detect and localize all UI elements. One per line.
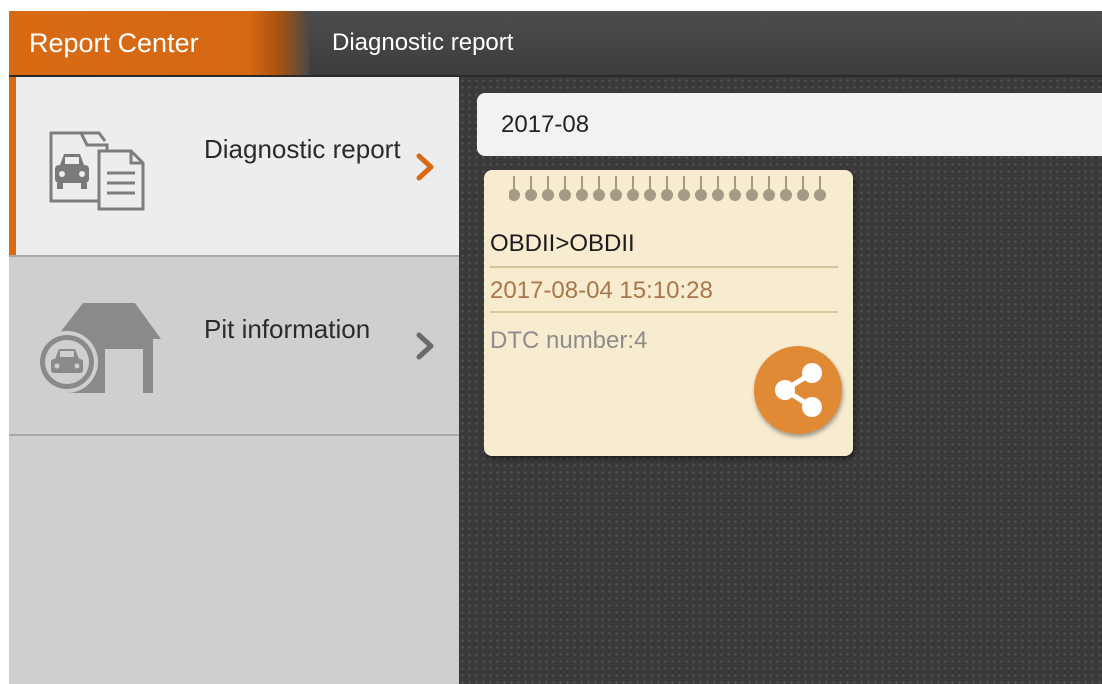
car-report-folder-icon	[49, 131, 145, 211]
share-button[interactable]	[754, 346, 842, 434]
divider	[490, 266, 838, 268]
app-title: Report Center	[29, 28, 199, 58]
header-bar: Report Center Diagnostic report	[9, 11, 1102, 77]
sidebar-item-diagnostic-report[interactable]: Diagnostic report	[9, 77, 459, 257]
page-title: Diagnostic report	[332, 29, 514, 56]
report-title: OBDII>OBDII	[490, 230, 635, 257]
selected-indicator	[9, 77, 16, 255]
sidebar-item-label: Diagnostic report	[204, 134, 401, 164]
app-window: Report Center Diagnostic report Diagnost…	[9, 11, 1102, 684]
report-list-area: 2017-08 OBDII>OBDII 2017-08-04 15:10:28 …	[459, 77, 1102, 684]
report-datetime: 2017-08-04 15:10:28	[490, 277, 713, 304]
car-garage-icon	[36, 303, 161, 393]
sidebar-item-pit-information[interactable]: Pit information	[9, 257, 459, 436]
share-icon	[775, 363, 822, 417]
chevron-right-icon	[416, 153, 434, 181]
report-card[interactable]: OBDII>OBDII 2017-08-04 15:10:28 DTC numb…	[484, 170, 853, 456]
sidebar-item-label: Pit information	[204, 314, 371, 344]
report-center-tab[interactable]: Report Center	[9, 11, 309, 75]
sidebar: Diagnostic report Pit information	[9, 77, 459, 684]
notebook-rings-icon	[509, 176, 826, 201]
chevron-right-icon	[416, 332, 434, 360]
month-header: 2017-08	[477, 93, 1102, 156]
month-label: 2017-08	[501, 111, 590, 138]
divider	[490, 311, 838, 313]
